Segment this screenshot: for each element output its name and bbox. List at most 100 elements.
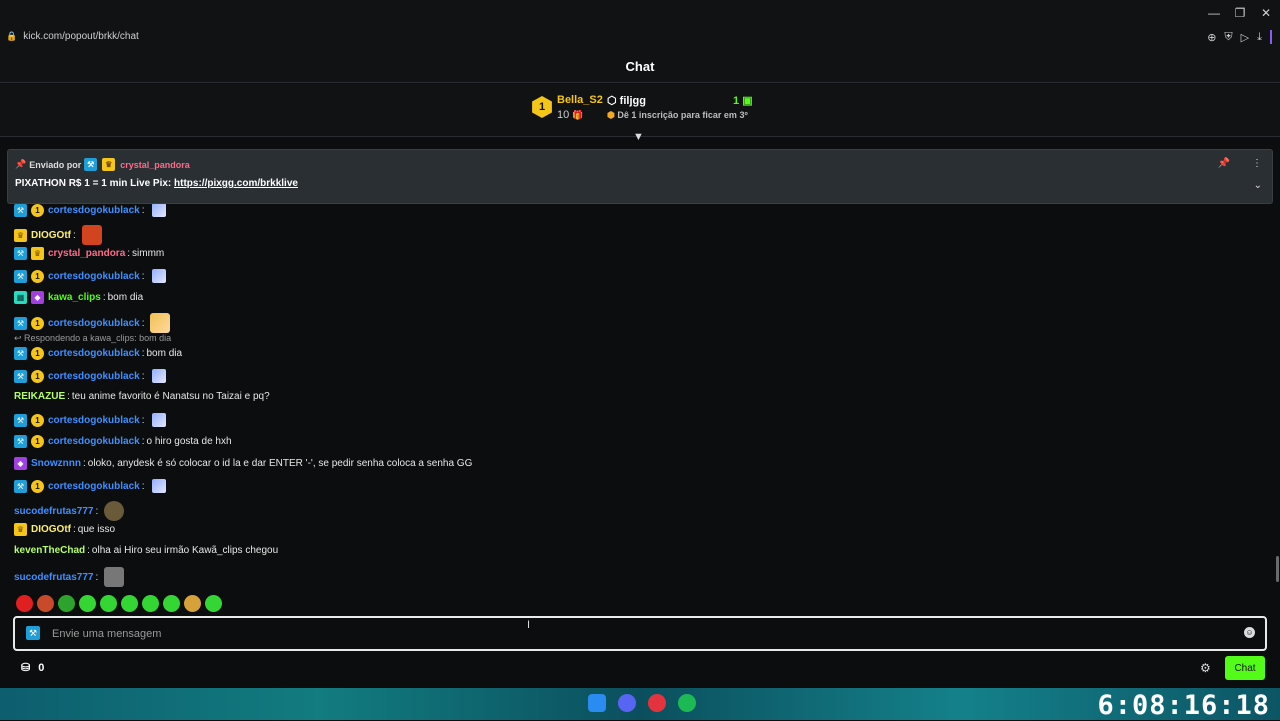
- emote-icon: [152, 369, 167, 383]
- chat-username[interactable]: cortesdogokublack: [48, 271, 140, 282]
- chat-username[interactable]: cortesdogokublack: [48, 481, 140, 492]
- address-bar[interactable]: 🔒 kick.com/popout/brkk/chat: [6, 31, 139, 42]
- settings-icon[interactable]: ⚙: [1200, 661, 1211, 675]
- download-icon[interactable]: ⤓: [1257, 31, 1262, 44]
- chat-message[interactable]: REIKAZUE: teu anime favorito é Nanatsu n…: [14, 391, 270, 402]
- chat-message[interactable]: sucodefrutas777:: [14, 501, 125, 521]
- badge-icon: ⚒: [84, 158, 98, 171]
- store-button[interactable]: ⛁ 0: [21, 661, 44, 675]
- sub-badge-icon: ◆: [14, 457, 27, 470]
- chat-message[interactable]: ▦ ◆ kawa_clips: bom dia: [14, 291, 143, 304]
- badge-icon: ⚒: [14, 479, 27, 493]
- url-text[interactable]: kick.com/popout/brkk/chat: [23, 31, 139, 42]
- unpin-icon[interactable]: 📌: [1218, 158, 1230, 169]
- send-chat-button[interactable]: Chat: [1225, 656, 1265, 680]
- chat-username[interactable]: cortesdogokublack: [48, 436, 140, 447]
- zoom-icon[interactable]: ⊕: [1207, 31, 1216, 44]
- current-user[interactable]: ⬡ filjgg: [607, 94, 646, 107]
- colon: :: [141, 480, 145, 492]
- pinned-sender[interactable]: crystal_pandora: [120, 160, 190, 170]
- emote-icon[interactable]: [16, 595, 33, 612]
- chat-text: teu anime favorito é Nanatsu no Taizai e…: [71, 391, 270, 402]
- restore-icon[interactable]: ❐: [1234, 6, 1246, 20]
- chat-text: bom dia: [107, 292, 144, 303]
- top-gifter-name[interactable]: Bella_S2: [557, 94, 603, 106]
- chat-message[interactable]: ◆ Snowznnn: oloko, anydesk é só colocar o…: [14, 457, 472, 470]
- more-icon[interactable]: ⋮: [1252, 158, 1262, 169]
- chat-username[interactable]: cortesdogokublack: [48, 371, 140, 382]
- emote-icon[interactable]: [58, 595, 75, 612]
- scrollbar[interactable]: [1276, 556, 1279, 582]
- emote-icon[interactable]: [184, 595, 201, 612]
- chat-username[interactable]: DIOGOtf: [31, 524, 71, 535]
- chat-message[interactable]: ⚒ ♛ crystal_pandora: simmm: [14, 247, 164, 260]
- opera-icon[interactable]: [648, 694, 666, 712]
- chat-message[interactable]: sucodefrutas777:: [14, 567, 125, 587]
- chat-message[interactable]: ⚒ 1 cortesdogokublack:: [14, 203, 167, 217]
- chat-username[interactable]: crystal_pandora: [48, 248, 125, 259]
- leaderboard-hint-text: Dê 1 inscrição para ficar em 3º: [617, 110, 748, 120]
- emote-icon[interactable]: [142, 595, 159, 612]
- taskbar-icons: [588, 694, 696, 712]
- chat-username[interactable]: cortesdogokublack: [48, 205, 140, 216]
- chat-message[interactable]: ⚒ 1 cortesdogokublack:: [14, 269, 167, 283]
- chat-username[interactable]: kevenTheChad: [14, 545, 85, 556]
- badge-icon: ⚒: [14, 413, 27, 427]
- crown-icon: ♛: [14, 228, 27, 242]
- badge-icon: ⚒: [14, 203, 27, 217]
- badge-icon: ⚒: [14, 347, 27, 360]
- chat-messages[interactable]: ⚒ 1 cortesdogokublack: ♛ DIOGOtf: ⚒ ♛ crystal_p…: [0, 137, 1280, 612]
- chat-username[interactable]: sucodefrutas777: [14, 572, 93, 583]
- close-icon[interactable]: ✕: [1260, 6, 1272, 20]
- discord-icon[interactable]: [618, 694, 636, 712]
- chat-message[interactable]: ⚒ 1 cortesdogokublack: bom dia: [14, 347, 182, 360]
- chevron-down-icon[interactable]: ⌄: [1254, 180, 1262, 191]
- chat-username[interactable]: sucodefrutas777: [14, 506, 93, 517]
- colon: :: [102, 292, 106, 303]
- reply-context[interactable]: ↩ Respondendo a kawa_clips: bom dia: [14, 333, 171, 344]
- colon: :: [141, 317, 145, 329]
- chat-message[interactable]: ⚒ 1 cortesdogokublack:: [14, 369, 167, 383]
- pinned-link[interactable]: https://pixgg.com/brkklive: [174, 178, 298, 189]
- chat-message[interactable]: ♛ DIOGOtf:: [14, 225, 102, 245]
- windows-start-icon[interactable]: [588, 694, 606, 712]
- chat-message[interactable]: kevenTheChad: olha ai Hiro seu irmão Kaw…: [14, 545, 278, 556]
- emoji-picker-icon[interactable]: ☺: [1244, 627, 1255, 638]
- emote-icon[interactable]: [79, 595, 96, 612]
- chat-username[interactable]: DIOGOtf: [31, 230, 71, 241]
- send-icon[interactable]: ▷: [1241, 31, 1249, 44]
- emote-icon[interactable]: [100, 595, 117, 612]
- minimize-icon[interactable]: —: [1208, 6, 1220, 20]
- chat-message[interactable]: ⚒ 1 cortesdogokublack:: [14, 479, 167, 493]
- emote-icon[interactable]: [37, 595, 54, 612]
- emote-icon[interactable]: [163, 595, 180, 612]
- emote-icon[interactable]: [121, 595, 138, 612]
- chat-username[interactable]: cortesdogokublack: [48, 318, 140, 329]
- pinned-message[interactable]: 📌 Enviado por ⚒ ♛ crystal_pandora PIXATH…: [7, 149, 1273, 204]
- chat-username[interactable]: cortesdogokublack: [48, 415, 140, 426]
- message-input-box[interactable]: ⚒ ☺: [13, 616, 1267, 651]
- crown-icon: ♛: [102, 158, 116, 171]
- chat-message[interactable]: ⚒ 1 cortesdogokublack:: [14, 413, 167, 427]
- sub-badge-icon: 1: [31, 269, 44, 283]
- colon: :: [141, 436, 145, 447]
- colon: :: [87, 545, 90, 556]
- emote-icon[interactable]: [205, 595, 222, 612]
- chat-message[interactable]: ⚒ 1 cortesdogokublack: o hiro gosta de hxh: [14, 435, 232, 448]
- chat-username[interactable]: kawa_clips: [48, 292, 101, 303]
- chat-message[interactable]: ♛ DIOGOtf: que isso: [14, 523, 115, 536]
- chat-username[interactable]: Snowznnn: [31, 458, 81, 469]
- shield-icon[interactable]: ⛨: [1224, 31, 1232, 44]
- chat-username[interactable]: REIKAZUE: [14, 391, 65, 402]
- colon: :: [141, 348, 145, 359]
- chat-message[interactable]: ⚒ 1 cortesdogokublack:: [14, 313, 171, 333]
- spotify-icon[interactable]: [678, 694, 696, 712]
- chat-username[interactable]: cortesdogokublack: [48, 348, 140, 359]
- colon: :: [141, 204, 145, 216]
- emote-icon: [104, 501, 125, 521]
- message-input[interactable]: [52, 625, 1212, 643]
- chat-text: que isso: [77, 524, 116, 535]
- chat-text: oloko, anydesk é só colocar o id la e da…: [87, 458, 473, 469]
- sub-badge-icon: ◆: [31, 291, 44, 304]
- colon: :: [127, 248, 131, 259]
